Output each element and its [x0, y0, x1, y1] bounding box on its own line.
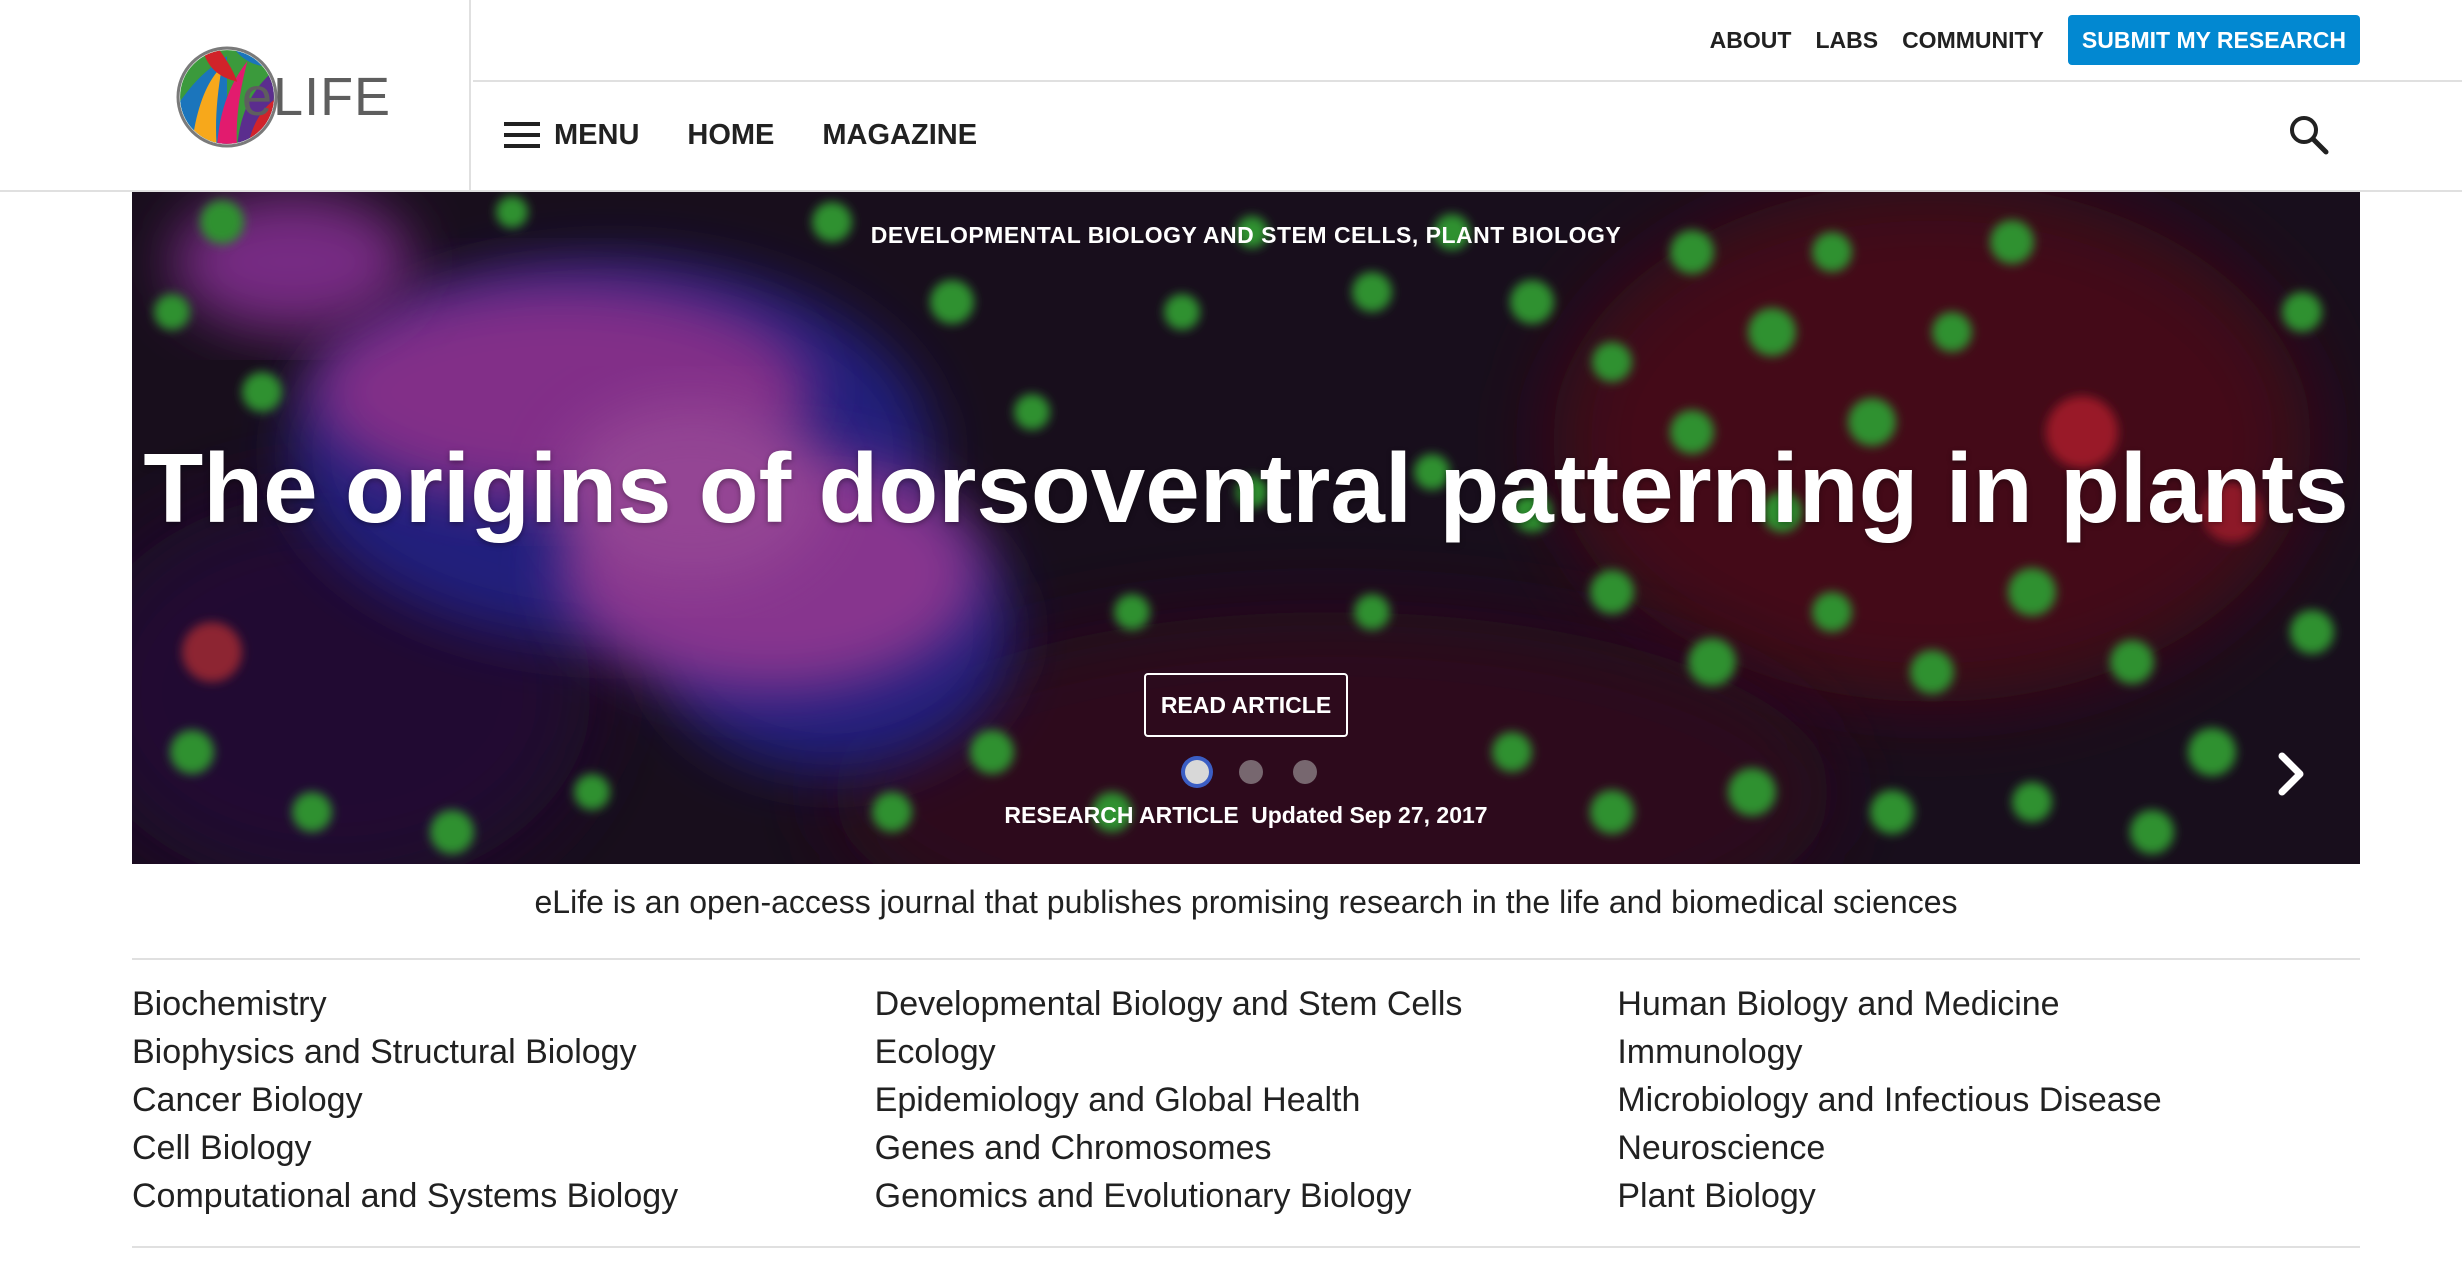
- carousel-dots: [1170, 752, 1332, 792]
- logo-wordmark: eLIFE: [242, 67, 392, 127]
- carousel-dot-1[interactable]: [1185, 760, 1209, 784]
- journal-intro: eLife is an open-access journal that pub…: [534, 884, 1958, 920]
- subject-link[interactable]: Neuroscience: [1617, 1124, 2360, 1172]
- menu-label: MENU: [554, 118, 640, 151]
- about-link[interactable]: ABOUT: [1710, 27, 1792, 54]
- subject-link[interactable]: Biochemistry: [132, 980, 875, 1028]
- subject-link[interactable]: Genomics and Evolutionary Biology: [875, 1172, 1618, 1220]
- section-divider-bottom: [132, 1246, 2360, 1248]
- chevron-right-icon[interactable]: [2262, 744, 2322, 804]
- article-type: RESEARCH ARTICLE: [1004, 802, 1239, 828]
- submit-research-button[interactable]: SUBMIT MY RESEARCH: [2067, 15, 2360, 65]
- carousel-dot-2[interactable]: [1239, 760, 1263, 784]
- hero-title[interactable]: The origins of dorsoventral patterning i…: [132, 428, 2360, 548]
- subject-link[interactable]: Computational and Systems Biology: [132, 1172, 875, 1220]
- section-divider-top: [132, 958, 2360, 960]
- labs-link[interactable]: LABS: [1815, 27, 1878, 54]
- search-icon[interactable]: [2286, 112, 2330, 156]
- hero-carousel: DEVELOPMENTAL BIOLOGY AND STEM CELLS, PL…: [132, 192, 2360, 864]
- subject-list: Biochemistry Biophysics and Structural B…: [132, 980, 2360, 1220]
- subject-link[interactable]: Microbiology and Infectious Disease: [1617, 1076, 2360, 1124]
- subject-link[interactable]: Cancer Biology: [132, 1076, 875, 1124]
- main-nav: MENU HOME MAGAZINE: [504, 104, 1025, 166]
- magazine-link[interactable]: MAGAZINE: [822, 119, 977, 152]
- subject-link[interactable]: Epidemiology and Global Health: [875, 1076, 1618, 1124]
- header-divider: [473, 80, 2462, 82]
- subject-link[interactable]: Biophysics and Structural Biology: [132, 1028, 875, 1076]
- subject-link[interactable]: Developmental Biology and Stem Cells: [875, 980, 1618, 1028]
- subject-link[interactable]: Human Biology and Medicine: [1617, 980, 2360, 1028]
- home-link[interactable]: HOME: [687, 119, 774, 152]
- subject-link[interactable]: Cell Biology: [132, 1124, 875, 1172]
- hero-subject-link[interactable]: DEVELOPMENTAL BIOLOGY AND STEM CELLS, PL…: [132, 222, 2360, 249]
- community-link[interactable]: COMMUNITY: [1902, 27, 2044, 54]
- subject-link[interactable]: Ecology: [875, 1028, 1618, 1076]
- article-date: Updated Sep 27, 2017: [1251, 802, 1488, 828]
- subject-link[interactable]: Plant Biology: [1617, 1172, 2360, 1220]
- menu-button[interactable]: MENU: [504, 119, 639, 152]
- subject-link[interactable]: Immunology: [1617, 1028, 2360, 1076]
- subject-column-2: Developmental Biology and Stem Cells Eco…: [875, 980, 1618, 1220]
- subject-column-3: Human Biology and Medicine Immunology Mi…: [1617, 980, 2360, 1220]
- subject-column-1: Biochemistry Biophysics and Structural B…: [132, 980, 875, 1220]
- hamburger-icon: [504, 122, 540, 148]
- hero-meta: RESEARCH ARTICLE Updated Sep 27, 2017: [132, 802, 2360, 829]
- site-header: eLIFE ABOUT LABS COMMUNITY SUBMIT MY RES…: [0, 0, 2462, 192]
- utility-nav: ABOUT LABS COMMUNITY SUBMIT MY RESEARCH: [1686, 14, 2360, 66]
- read-article-button[interactable]: READ ARTICLE: [1144, 673, 1348, 737]
- carousel-dot-3[interactable]: [1293, 760, 1317, 784]
- logo-link[interactable]: eLIFE: [0, 0, 471, 190]
- subject-link[interactable]: Genes and Chromosomes: [875, 1124, 1618, 1172]
